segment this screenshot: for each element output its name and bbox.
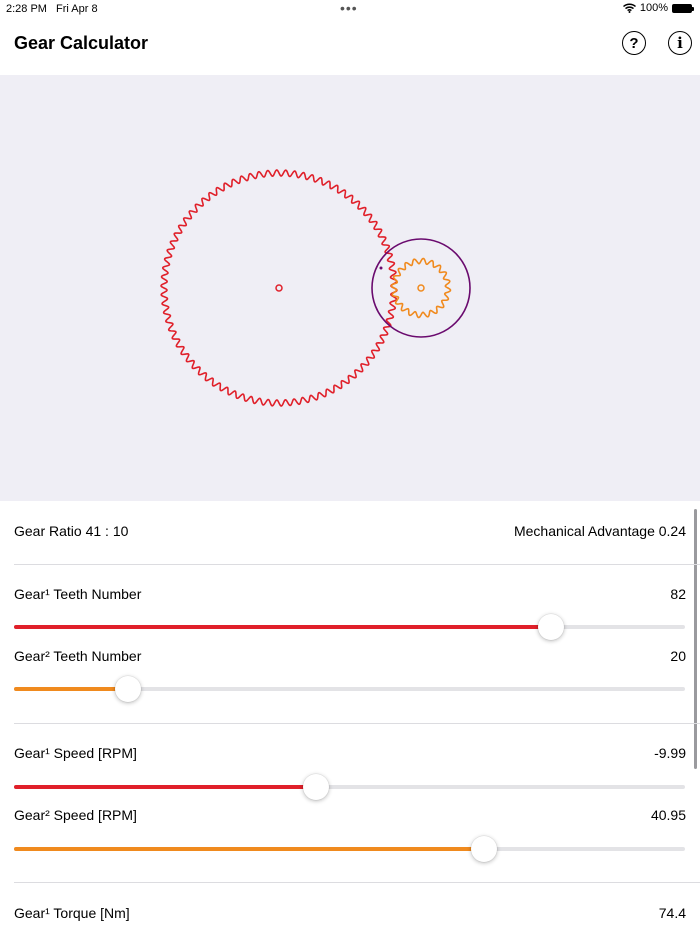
slider-thumb[interactable] (302, 774, 329, 800)
info-circle-icon[interactable]: i (668, 31, 692, 55)
battery-icon (672, 3, 694, 13)
gear2-marker-dot (379, 266, 383, 270)
gear2-speed-value: 40.95 (650, 807, 686, 823)
gear1-center (275, 284, 283, 292)
gear2-pitch-circle (371, 238, 471, 338)
scroll-indicator[interactable] (694, 509, 697, 769)
mechanical-advantage-label: Mechanical Advantage 0.24 (513, 523, 686, 539)
multitasking-dots-icon[interactable]: ••• (340, 0, 358, 16)
status-bar: 2:28 PM Fri Apr 8 ••• 100% (0, 0, 700, 20)
controls-panel: Gear Ratio 41 : 10 Mechanical Advantage … (0, 501, 700, 934)
gear1-speed-label: Gear¹ Speed [RPM] (14, 745, 137, 761)
gear1-speed-slider[interactable] (14, 773, 685, 801)
gear1-teeth-slider[interactable] (14, 613, 685, 641)
gear2-outline (390, 257, 452, 319)
gear2-speed-label: Gear² Speed [RPM] (14, 807, 137, 823)
slider-thumb[interactable] (537, 614, 564, 640)
status-date: Fri Apr 8 (56, 3, 98, 15)
divider (14, 564, 700, 565)
slider-thumb[interactable] (115, 676, 142, 702)
navigation-bar: Gear Calculator ? i (0, 20, 700, 75)
status-right: 100% (622, 2, 694, 14)
slider-fill (14, 785, 316, 789)
gear1-teeth-label: Gear¹ Teeth Number (14, 586, 142, 602)
gear-ratio-label: Gear Ratio 41 : 10 (14, 523, 129, 539)
wifi-icon (622, 3, 636, 13)
question-circle-icon[interactable]: ? (622, 31, 646, 55)
slider-fill (14, 625, 551, 629)
gear1-speed-value: -9.99 (654, 745, 686, 761)
gear2-teeth-slider[interactable] (14, 675, 685, 703)
divider (14, 882, 700, 883)
divider (14, 723, 700, 724)
battery-percent: 100% (639, 2, 668, 14)
status-time: 2:28 PM (6, 3, 47, 15)
gear-drawing (160, 169, 471, 407)
gear1-outline (160, 169, 398, 407)
gear1-torque-label: Gear¹ Torque [Nm] (14, 905, 130, 921)
gear2-teeth-label: Gear² Teeth Number (14, 648, 142, 664)
gear1-torque-value: 74.4 (658, 905, 686, 921)
slider-fill (14, 687, 129, 691)
gear2-speed-slider[interactable] (14, 835, 685, 863)
gear2-teeth-value: 20 (670, 648, 686, 664)
gear-canvas (0, 75, 700, 501)
slider-thumb[interactable] (470, 836, 497, 862)
slider-fill (14, 847, 484, 851)
gear1-teeth-value: 82 (670, 586, 686, 602)
page-title: Gear Calculator (14, 33, 149, 53)
gear2-center (417, 284, 425, 292)
